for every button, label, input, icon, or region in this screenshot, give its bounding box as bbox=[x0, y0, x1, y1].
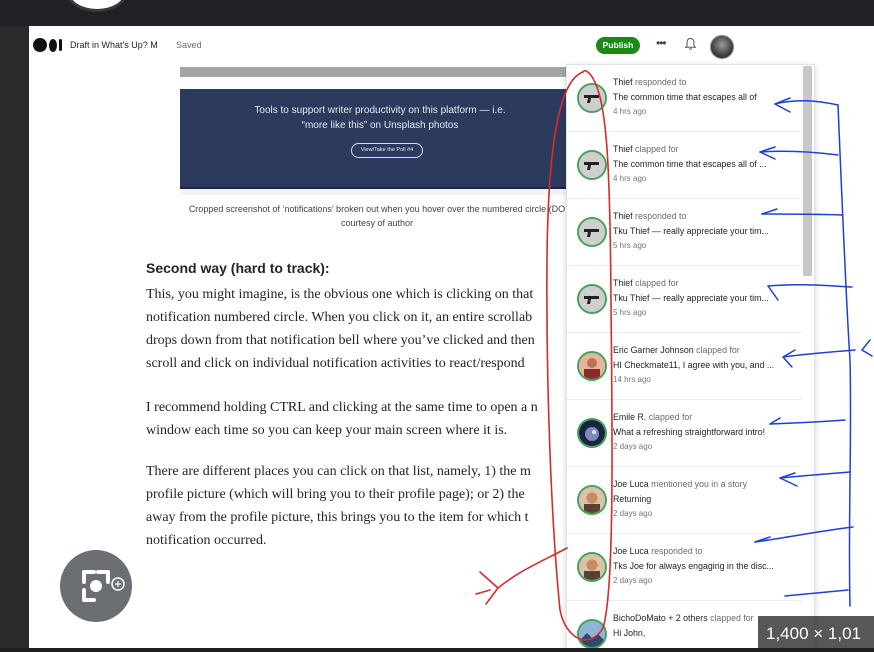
paragraph-2: I recommend holding CTRL and clicking at… bbox=[146, 396, 538, 442]
notification-header[interactable]: Joe Luca responded to bbox=[613, 546, 703, 556]
notification-item[interactable]: Emile R. clapped for What a refreshing s… bbox=[567, 400, 802, 467]
banner-line-1: Tools to support writer productivity on … bbox=[254, 105, 506, 116]
draft-label: Draft in What's Up? M bbox=[70, 40, 158, 50]
paragraph-line: away from the profile picture, this brin… bbox=[146, 510, 529, 525]
notification-action: responded to bbox=[635, 211, 687, 221]
notification-user[interactable]: BichoDoMato + 2 others bbox=[613, 613, 708, 623]
notification-time: 14 hrs ago bbox=[613, 375, 651, 384]
notification-action: clapped for bbox=[635, 278, 679, 288]
notification-text[interactable]: What a refreshing straightforward intro! bbox=[613, 427, 765, 437]
google-lens-button[interactable] bbox=[60, 550, 132, 622]
embedded-image-top bbox=[180, 67, 580, 77]
notification-action: clapped for bbox=[635, 144, 679, 154]
person-avatar-icon[interactable] bbox=[577, 351, 607, 381]
paragraph-1: This, you might imagine, is the obvious … bbox=[146, 283, 535, 375]
notification-text[interactable]: Returning bbox=[613, 494, 651, 504]
landscape-avatar-icon[interactable] bbox=[577, 619, 607, 648]
notification-text[interactable]: The common time that escapes all of bbox=[613, 92, 757, 102]
notification-item[interactable]: Joe Luca mentioned you in a story Return… bbox=[567, 467, 802, 534]
notifications-dropdown[interactable]: Thief responded to The common time that … bbox=[566, 64, 815, 648]
notification-user[interactable]: Emile R. bbox=[613, 412, 646, 422]
notification-action: clapped for bbox=[710, 613, 754, 623]
gun-avatar-icon[interactable] bbox=[577, 217, 607, 247]
gun-avatar-icon[interactable] bbox=[577, 284, 607, 314]
notification-header[interactable]: Thief responded to bbox=[613, 77, 686, 87]
bell-icon[interactable] bbox=[684, 37, 697, 51]
notification-item[interactable]: Eric Garner Johnson clapped for HI Check… bbox=[567, 333, 802, 400]
notification-header[interactable]: Joe Luca mentioned you in a story bbox=[613, 479, 747, 489]
notification-header[interactable]: Eric Garner Johnson clapped for bbox=[613, 345, 740, 355]
notification-item[interactable]: Thief clapped for The common time that e… bbox=[567, 132, 802, 199]
notification-item[interactable]: Thief responded to Tku Thief — really ap… bbox=[567, 199, 802, 266]
publish-button[interactable]: Publish bbox=[596, 37, 640, 54]
notification-header[interactable]: Thief clapped for bbox=[613, 144, 679, 154]
user-avatar[interactable] bbox=[710, 35, 734, 59]
notification-user[interactable]: Thief bbox=[613, 144, 633, 154]
notification-user[interactable]: Thief bbox=[613, 211, 633, 221]
paragraph-line: notification numbered circle. When you c… bbox=[146, 310, 533, 325]
screenshot-page: Draft in What's Up? M Saved Publish ••• … bbox=[29, 26, 874, 648]
person-avatar-icon[interactable] bbox=[577, 485, 607, 515]
notification-text[interactable]: HI Checkmate11, I agree with you, and ..… bbox=[613, 360, 774, 370]
image-dimensions-badge: 1,400 × 1,01 bbox=[758, 616, 874, 648]
saved-status: Saved bbox=[176, 40, 202, 50]
paragraph-line: window each time so you can keep your ma… bbox=[146, 423, 508, 438]
paragraph-3: There are different places you can click… bbox=[146, 460, 531, 552]
notification-user[interactable]: Joe Luca bbox=[613, 546, 649, 556]
planet-avatar-icon[interactable] bbox=[577, 418, 607, 448]
gun-avatar-icon[interactable] bbox=[577, 150, 607, 180]
notification-time: 4 hrs ago bbox=[613, 174, 647, 183]
notification-item[interactable]: Thief responded to The common time that … bbox=[567, 65, 802, 132]
paragraph-line: profile picture (which will bring you to… bbox=[146, 487, 525, 502]
paragraph-line: This, you might imagine, is the obvious … bbox=[146, 287, 534, 302]
paragraph-line: There are different places you can click… bbox=[146, 464, 531, 479]
notification-time: 2 days ago bbox=[613, 576, 653, 585]
notification-header[interactable]: Thief clapped for bbox=[613, 278, 679, 288]
notification-item[interactable]: Thief clapped for Tku Thief — really app… bbox=[567, 266, 802, 333]
notification-user[interactable]: Thief bbox=[613, 77, 633, 87]
banner-poll-button: View/Take the Poll #4 bbox=[351, 143, 423, 158]
person-avatar-icon[interactable] bbox=[577, 552, 607, 582]
notification-action: responded to bbox=[651, 546, 703, 556]
embedded-banner-image: Tools to support writer productivity on … bbox=[180, 89, 580, 193]
notification-header[interactable]: Thief responded to bbox=[613, 211, 686, 221]
paragraph-line: I recommend holding CTRL and clicking at… bbox=[146, 400, 538, 415]
notification-action: responded to bbox=[635, 77, 687, 87]
paragraph-line: scroll and click on individual notificat… bbox=[146, 356, 525, 371]
notification-header[interactable]: BichoDoMato + 2 others clapped for bbox=[613, 613, 754, 623]
notification-action: mentioned you in a story bbox=[651, 479, 747, 489]
notification-text[interactable]: Tku Thief — really appreciate your tim..… bbox=[613, 226, 769, 236]
more-options-button[interactable]: ••• bbox=[656, 36, 667, 50]
notification-time: 4 hrs ago bbox=[613, 107, 647, 116]
notification-text[interactable]: The common time that escapes all of ... bbox=[613, 159, 767, 169]
caption-line-2: courtesy of author bbox=[340, 218, 414, 228]
notification-action: clapped for bbox=[648, 412, 693, 422]
left-dark-strip bbox=[0, 26, 29, 648]
paragraph-line: drops down from that notification bell w… bbox=[146, 333, 535, 348]
notification-action: clapped for bbox=[696, 345, 740, 355]
notification-time: 5 hrs ago bbox=[613, 241, 647, 250]
notifications-scrollbar[interactable] bbox=[803, 66, 812, 276]
notification-time: 5 hrs ago bbox=[613, 308, 647, 317]
medium-logo-icon[interactable] bbox=[33, 38, 62, 52]
notification-time: 2 days ago bbox=[613, 509, 653, 518]
notification-header[interactable]: Emile R. clapped for bbox=[613, 412, 692, 422]
caption-line-1: Cropped screenshot of ‘notifications’ br… bbox=[188, 204, 566, 214]
paragraph-line: notification occurred. bbox=[146, 533, 267, 548]
image-caption: Cropped screenshot of ‘notifications’ br… bbox=[137, 202, 617, 230]
gun-avatar-icon[interactable] bbox=[577, 83, 607, 113]
notification-user[interactable]: Eric Garner Johnson bbox=[613, 345, 694, 355]
section-heading: Second way (hard to track): bbox=[146, 260, 330, 276]
notification-text[interactable]: Tku Thief — really appreciate your tim..… bbox=[613, 293, 769, 303]
notification-text[interactable]: Tks Joe for always engaging in the disc.… bbox=[613, 561, 774, 571]
notification-user[interactable]: Joe Luca bbox=[613, 479, 649, 489]
banner-line-2: “more like this” on Unsplash photos bbox=[301, 120, 459, 131]
browser-top-strip bbox=[0, 0, 874, 26]
lens-icon bbox=[82, 570, 125, 602]
embedded-image-bottom bbox=[180, 187, 580, 195]
notification-time: 2 days ago bbox=[613, 442, 653, 451]
notification-item[interactable]: Joe Luca responded to Tks Joe for always… bbox=[567, 534, 802, 601]
notification-user[interactable]: Thief bbox=[613, 278, 633, 288]
notification-text[interactable]: Hi John, bbox=[613, 628, 645, 638]
